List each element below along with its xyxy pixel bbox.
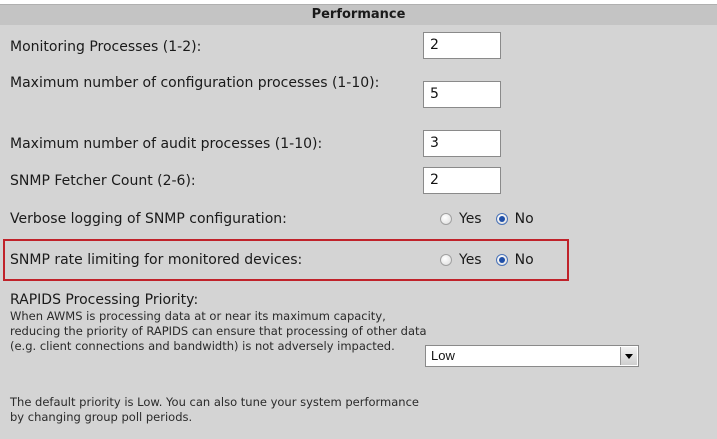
monitoring-processes-label: Monitoring Processes (1-2): bbox=[10, 39, 202, 55]
snmp-fetcher-count-label: SNMP Fetcher Count (2-6): bbox=[10, 173, 196, 189]
rate-limiting-no-radio[interactable] bbox=[495, 254, 508, 266]
rapids-priority-select[interactable]: Low bbox=[425, 345, 639, 367]
audit-processes-input[interactable]: 3 bbox=[423, 130, 501, 157]
rapids-priority-description: When AWMS is processing data at or near … bbox=[10, 309, 427, 353]
rate-limiting-radio-group: Yes No bbox=[440, 250, 548, 270]
rapids-priority-title: RAPIDS Processing Priority: bbox=[10, 292, 199, 308]
audit-processes-label: Maximum number of audit processes (1-10)… bbox=[10, 136, 323, 152]
config-processes-label: Maximum number of configuration processe… bbox=[10, 75, 380, 91]
snmp-fetcher-count-input[interactable]: 2 bbox=[423, 167, 501, 194]
rate-limiting-no-label[interactable]: No bbox=[515, 252, 534, 268]
rate-limiting-label: SNMP rate limiting for monitored devices… bbox=[10, 252, 303, 268]
rate-limiting-yes-radio[interactable] bbox=[440, 254, 452, 266]
panel-header: Performance bbox=[0, 4, 717, 25]
performance-panel: Performance Monitoring Processes (1-2): … bbox=[0, 4, 717, 439]
rate-limiting-yes-label[interactable]: Yes bbox=[459, 252, 482, 268]
rapids-priority-selected-value: Low bbox=[431, 348, 455, 363]
chevron-down-icon[interactable] bbox=[620, 347, 637, 365]
verbose-logging-radio-group: Yes No bbox=[440, 209, 548, 229]
config-processes-input[interactable]: 5 bbox=[423, 81, 501, 108]
verbose-logging-yes-label[interactable]: Yes bbox=[459, 211, 482, 227]
verbose-logging-label: Verbose logging of SNMP configuration: bbox=[10, 211, 287, 227]
verbose-logging-no-label[interactable]: No bbox=[515, 211, 534, 227]
verbose-logging-yes-radio[interactable] bbox=[440, 213, 452, 225]
monitoring-processes-input[interactable]: 2 bbox=[423, 32, 501, 59]
rapids-priority-note: The default priority is Low. You can als… bbox=[10, 395, 419, 424]
verbose-logging-no-radio[interactable] bbox=[495, 213, 508, 225]
